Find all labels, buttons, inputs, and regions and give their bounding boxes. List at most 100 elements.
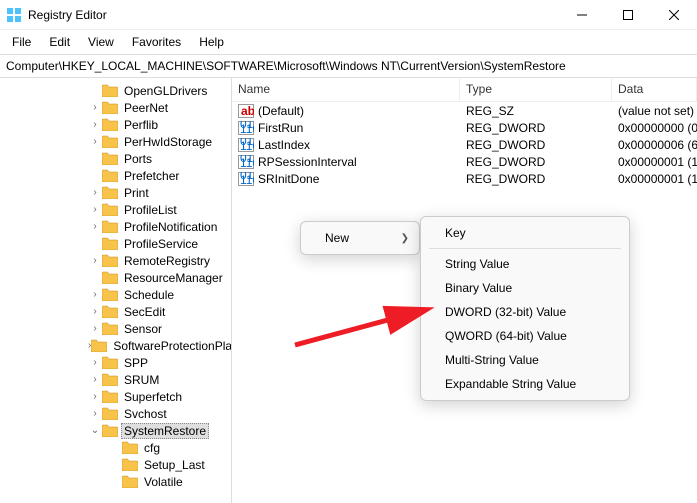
menu-file[interactable]: File: [4, 32, 39, 52]
context-item-multi[interactable]: Multi-String Value: [421, 348, 629, 372]
tree-node-label: cfg: [141, 441, 163, 455]
context-item-binary[interactable]: Binary Value: [421, 276, 629, 300]
tree-node[interactable]: ›Superfetch: [0, 388, 231, 405]
context-submenu-new: Key String Value Binary Value DWORD (32-…: [420, 216, 630, 401]
tree-node[interactable]: ProfileService: [0, 235, 231, 252]
tree-node[interactable]: › Perflib: [0, 116, 231, 133]
folder-icon: [91, 339, 107, 353]
menu-favorites[interactable]: Favorites: [124, 32, 189, 52]
svg-text:110: 110: [240, 139, 254, 152]
minimize-button[interactable]: [559, 0, 605, 30]
folder-icon: [102, 322, 118, 336]
chevron-right-icon: ❯: [401, 233, 409, 244]
chevron-down-icon[interactable]: ⌄: [88, 425, 102, 436]
table-row[interactable]: 011110RPSessionIntervalREG_DWORD0x000000…: [232, 153, 697, 170]
context-item-dword[interactable]: DWORD (32-bit) Value: [421, 300, 629, 324]
context-item-qword[interactable]: QWORD (64-bit) Value: [421, 324, 629, 348]
tree-node-label: Perflib: [121, 118, 161, 132]
folder-icon: [102, 373, 118, 387]
table-row[interactable]: 011110FirstRunREG_DWORD0x00000000 (0): [232, 119, 697, 136]
tree-node-label: OpenGLDrivers: [121, 84, 210, 98]
folder-icon: [102, 169, 118, 183]
tree-node[interactable]: ›ProfileList: [0, 201, 231, 218]
menu-view[interactable]: View: [80, 32, 122, 52]
chevron-right-icon[interactable]: ›: [88, 204, 102, 215]
tree-node[interactable]: › ProfileNotification: [0, 218, 231, 235]
folder-icon: [102, 203, 118, 217]
tree-node[interactable]: Volatile: [0, 473, 231, 490]
tree-node-label: SPP: [121, 356, 151, 370]
value-name: RPSessionInterval: [258, 155, 357, 169]
context-item-new[interactable]: New ❯: [301, 226, 419, 250]
tree-node[interactable]: › SPP: [0, 354, 231, 371]
tree-pane[interactable]: OpenGLDrivers › PeerNet › Perflib›PerHwIdSto…: [0, 78, 232, 503]
chevron-right-icon[interactable]: ›: [88, 374, 102, 385]
col-data[interactable]: Data: [612, 78, 697, 101]
chevron-right-icon[interactable]: ›: [88, 289, 102, 300]
tree-node[interactable]: Setup_Last: [0, 456, 231, 473]
tree-node-label: SecEdit: [121, 305, 168, 319]
titlebar: Registry Editor: [0, 0, 697, 30]
table-row[interactable]: 011110SRInitDoneREG_DWORD0x00000001 (1): [232, 170, 697, 187]
tree-node-label: RemoteRegistry: [121, 254, 213, 268]
chevron-right-icon[interactable]: ›: [88, 221, 102, 232]
col-name[interactable]: Name: [232, 78, 460, 101]
tree-node[interactable]: ›PerHwIdStorage: [0, 133, 231, 150]
context-item-label: Expandable String Value: [445, 377, 576, 391]
list-body: ab(Default)REG_SZ(value not set)011110Fi…: [232, 102, 697, 187]
tree-node[interactable]: cfg: [0, 439, 231, 456]
tree-node-label: ProfileNotification: [121, 220, 220, 234]
tree-node-label: SRUM: [121, 373, 162, 387]
tree-node[interactable]: ›Svchost: [0, 405, 231, 422]
close-button[interactable]: [651, 0, 697, 30]
context-item-label: String Value: [445, 257, 509, 271]
tree-node[interactable]: › Sensor: [0, 320, 231, 337]
folder-icon: [102, 118, 118, 132]
context-item-string[interactable]: String Value: [421, 252, 629, 276]
tree-node[interactable]: ›Print: [0, 184, 231, 201]
tree-node[interactable]: ResourceManager: [0, 269, 231, 286]
value-name: LastIndex: [258, 138, 310, 152]
tree-node[interactable]: › SRUM: [0, 371, 231, 388]
chevron-right-icon[interactable]: ›: [88, 136, 102, 147]
menubar: File Edit View Favorites Help: [0, 30, 697, 54]
chevron-right-icon[interactable]: ›: [88, 408, 102, 419]
tree-node-label: PeerNet: [121, 101, 171, 115]
menu-edit[interactable]: Edit: [41, 32, 78, 52]
chevron-right-icon[interactable]: ›: [88, 119, 102, 130]
chevron-right-icon[interactable]: ›: [88, 323, 102, 334]
tree-node-label: Sensor: [121, 322, 165, 336]
tree-node[interactable]: ›SoftwareProtectionPlatform: [0, 337, 231, 354]
chevron-right-icon[interactable]: ›: [88, 306, 102, 317]
context-item-label: DWORD (32-bit) Value: [445, 305, 566, 319]
table-row[interactable]: 011110LastIndexREG_DWORD0x00000006 (6): [232, 136, 697, 153]
pathbar[interactable]: Computer\HKEY_LOCAL_MACHINE\SOFTWARE\Mic…: [0, 54, 697, 78]
tree-node[interactable]: OpenGLDrivers: [0, 82, 231, 99]
value-data: 0x00000000 (0): [612, 121, 697, 135]
tree-node[interactable]: Prefetcher: [0, 167, 231, 184]
chevron-right-icon[interactable]: ›: [88, 357, 102, 368]
folder-icon: [122, 441, 138, 455]
table-row[interactable]: ab(Default)REG_SZ(value not set): [232, 102, 697, 119]
tree-node[interactable]: Ports: [0, 150, 231, 167]
tree-node[interactable]: ›Schedule: [0, 286, 231, 303]
tree-node[interactable]: › SecEdit: [0, 303, 231, 320]
chevron-right-icon[interactable]: ›: [88, 102, 102, 113]
maximize-button[interactable]: [605, 0, 651, 30]
folder-icon: [102, 424, 118, 438]
menu-help[interactable]: Help: [191, 32, 232, 52]
binary-value-icon: 011110: [238, 138, 254, 152]
context-item-key[interactable]: Key: [421, 221, 629, 245]
col-type[interactable]: Type: [460, 78, 612, 101]
chevron-right-icon[interactable]: ›: [88, 255, 102, 266]
context-item-label: Multi-String Value: [445, 353, 539, 367]
svg-text:110: 110: [240, 173, 254, 186]
tree-node[interactable]: › RemoteRegistry: [0, 252, 231, 269]
tree-node[interactable]: ⌄SystemRestore: [0, 422, 231, 439]
chevron-right-icon[interactable]: ›: [88, 187, 102, 198]
value-data: 0x00000006 (6): [612, 138, 697, 152]
tree-node[interactable]: › PeerNet: [0, 99, 231, 116]
chevron-right-icon[interactable]: ›: [88, 391, 102, 402]
tree-node-label: Volatile: [141, 475, 186, 489]
context-item-expand[interactable]: Expandable String Value: [421, 372, 629, 396]
